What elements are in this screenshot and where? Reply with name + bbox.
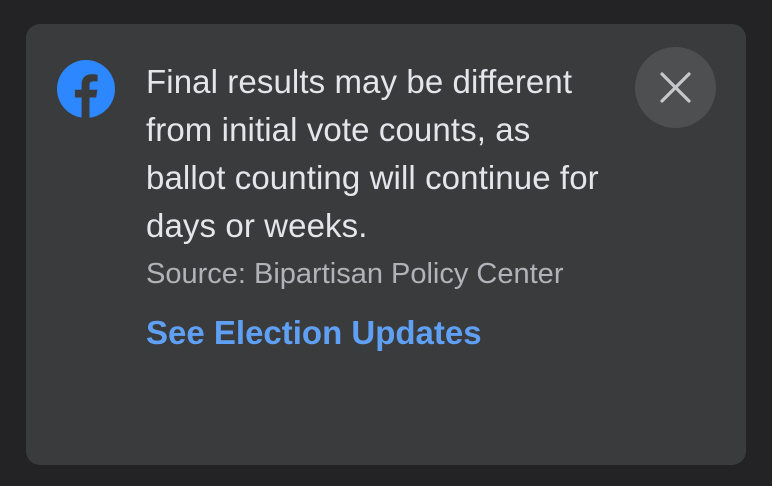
notice-source: Source: Bipartisan Policy Center (146, 258, 564, 290)
election-notice-card: Final results may be different from init… (26, 24, 746, 465)
close-button[interactable] (635, 47, 716, 128)
see-election-updates-link[interactable]: See Election Updates (146, 312, 482, 354)
facebook-logo-icon (57, 60, 115, 118)
notice-content: Final results may be different from init… (146, 58, 616, 354)
notice-message: Final results may be different from init… (146, 63, 599, 244)
close-icon (660, 72, 691, 103)
